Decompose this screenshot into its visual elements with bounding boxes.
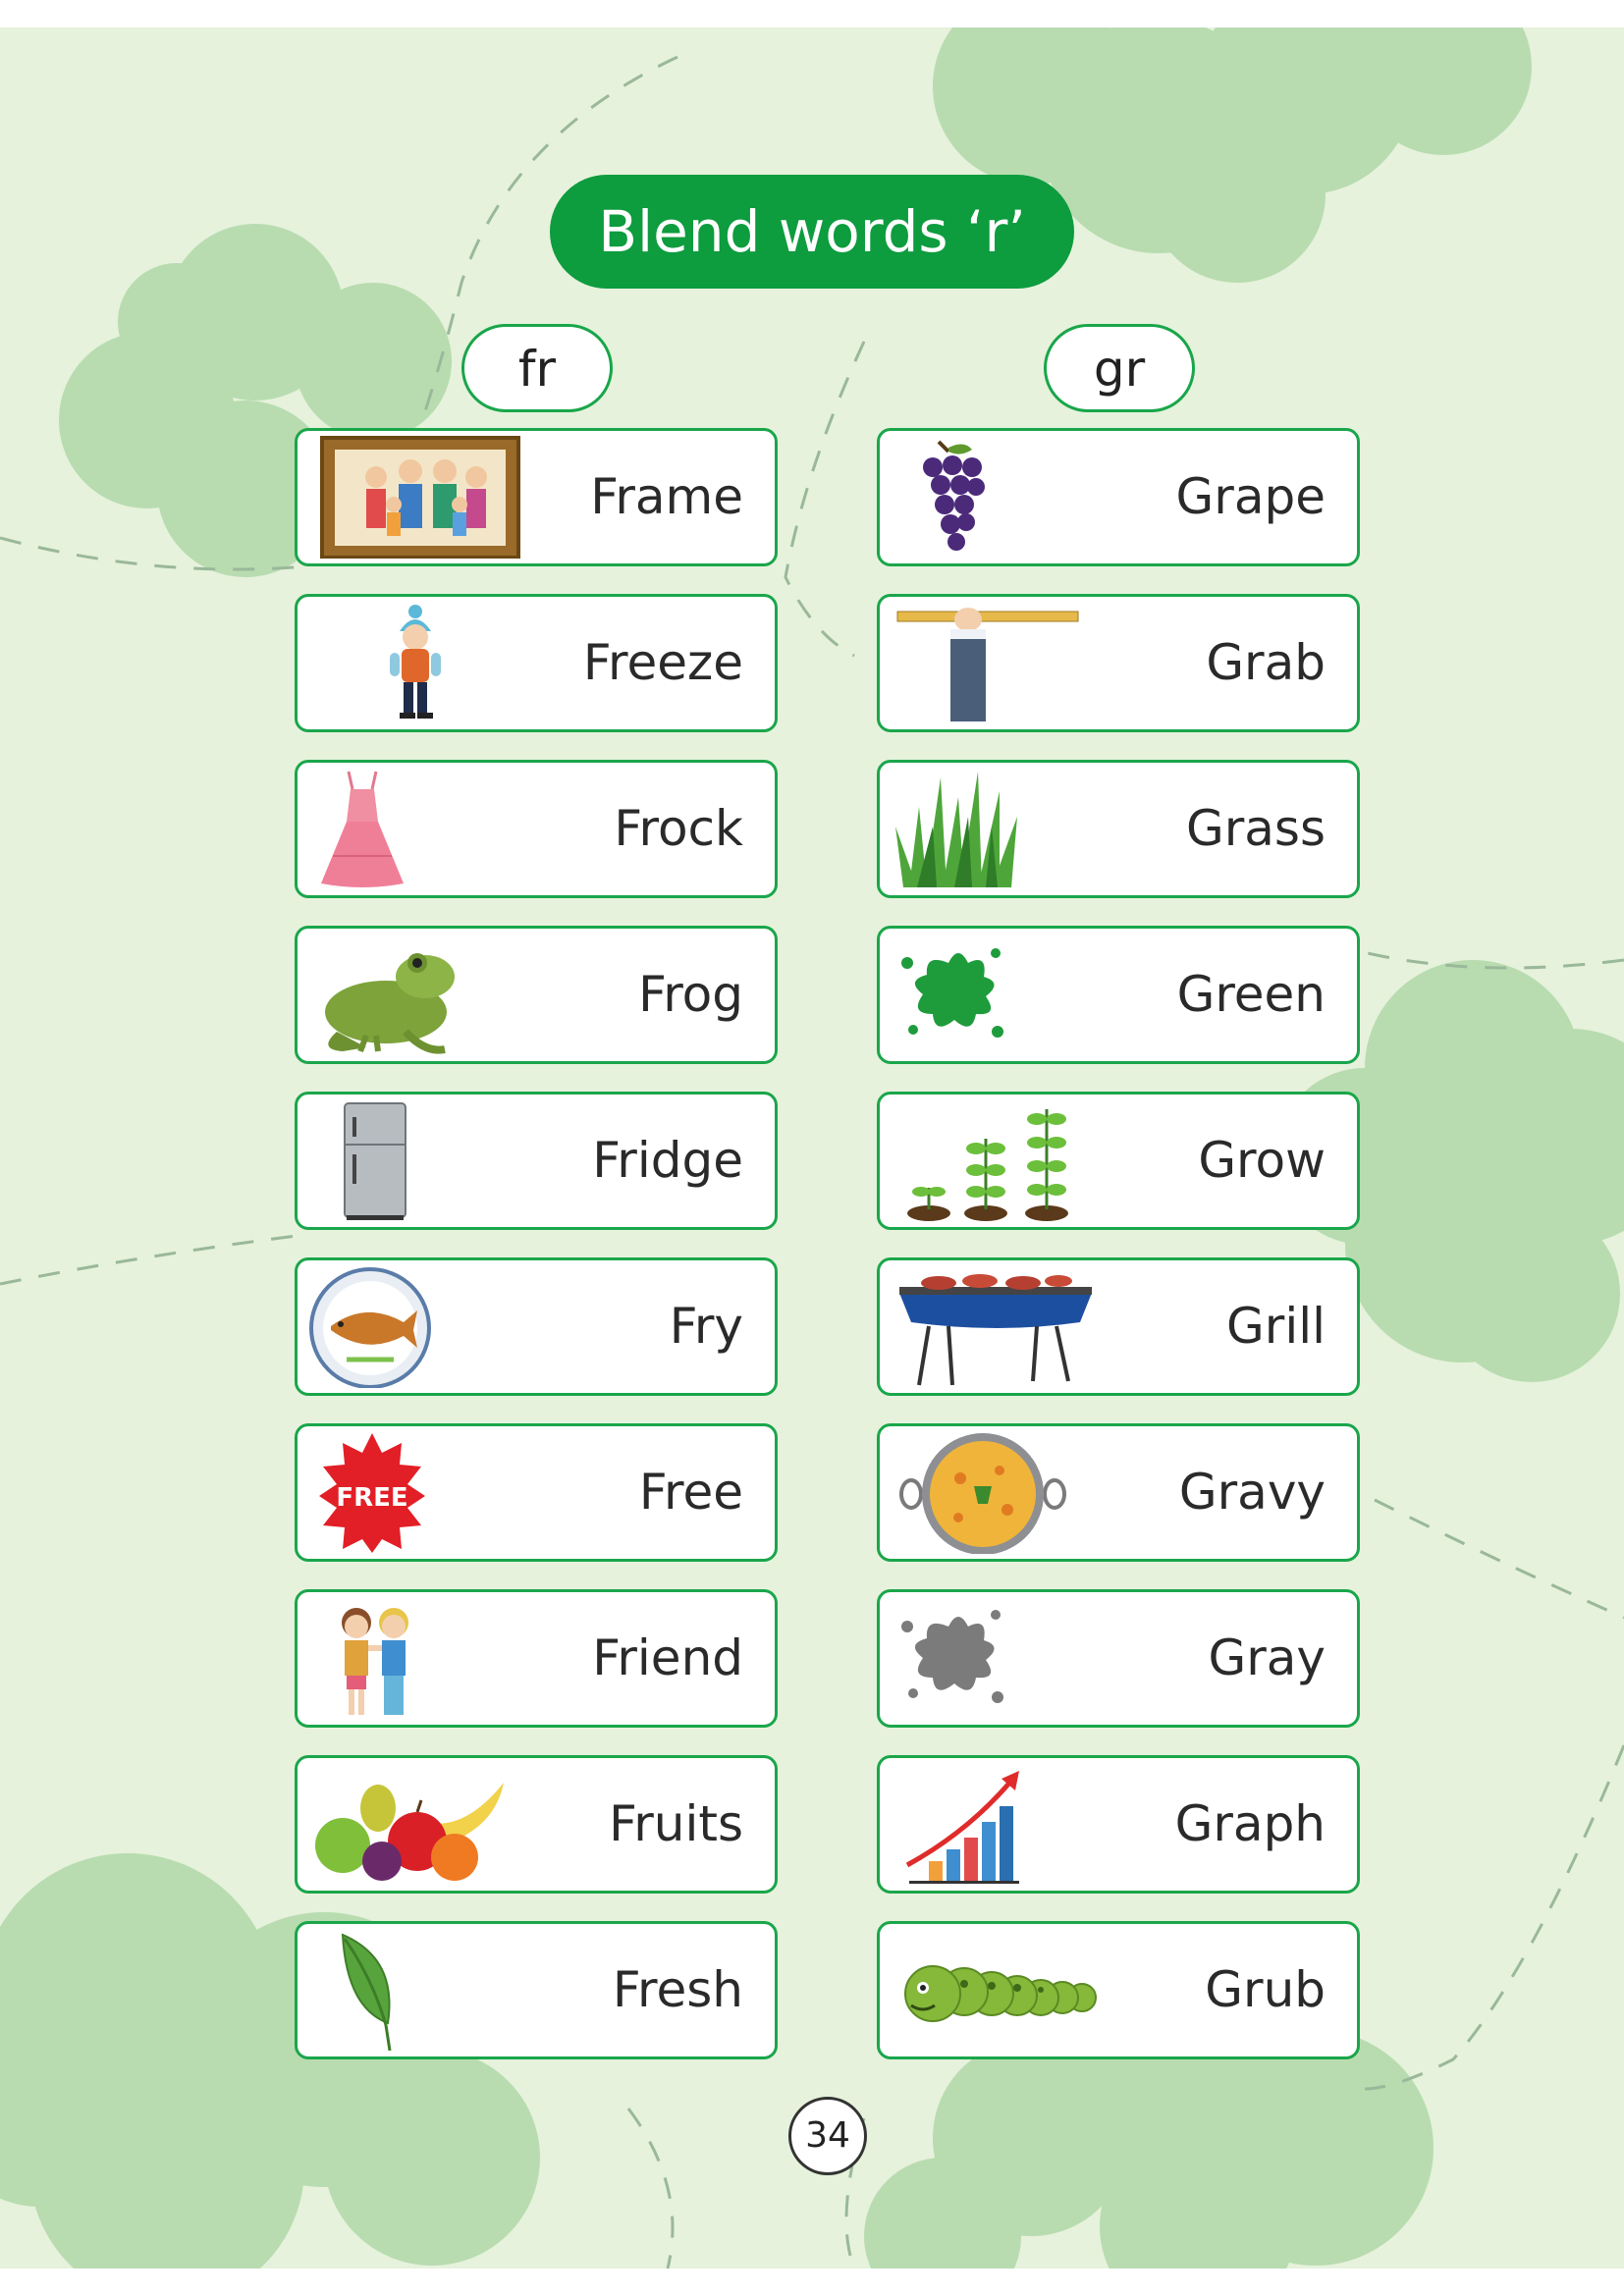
bar-graph-icon bbox=[890, 1763, 1106, 1886]
word-label: Gravy bbox=[1178, 1464, 1326, 1521]
word-card-grub: Grub bbox=[877, 1921, 1360, 2059]
word-card-free: FREE Free bbox=[295, 1423, 778, 1562]
word-card-gray: Gray bbox=[877, 1589, 1360, 1728]
word-card-fry: Fry bbox=[295, 1257, 778, 1396]
word-card-friend: Friend bbox=[295, 1589, 778, 1728]
word-card-frog: Frog bbox=[295, 926, 778, 1064]
word-label: Grass bbox=[1185, 800, 1326, 857]
word-card-grill: Grill bbox=[877, 1257, 1360, 1396]
grass-icon bbox=[890, 768, 1106, 890]
free-badge-icon: FREE bbox=[307, 1431, 523, 1554]
cold-boy-icon bbox=[307, 602, 523, 724]
word-card-frame: Frame bbox=[295, 428, 778, 566]
hand-grab-bar-icon bbox=[890, 602, 1106, 724]
free-badge-text: FREE bbox=[336, 1483, 407, 1513]
word-label: Graph bbox=[1174, 1795, 1326, 1852]
gravy-bowl-icon bbox=[890, 1431, 1106, 1554]
fried-fish-plate-icon bbox=[307, 1265, 523, 1388]
word-card-graph: Graph bbox=[877, 1755, 1360, 1894]
word-label: Friend bbox=[592, 1629, 743, 1686]
word-label: Frame bbox=[590, 468, 743, 525]
word-card-grab: Grab bbox=[877, 594, 1360, 732]
background-decoration bbox=[0, 27, 1624, 2269]
frog-icon bbox=[307, 934, 523, 1056]
word-label: Frock bbox=[614, 800, 743, 857]
family-frame-icon bbox=[307, 436, 523, 559]
word-label: Grab bbox=[1206, 634, 1326, 691]
leaf-icon bbox=[307, 1929, 523, 2052]
worksheet-title: Blend words ‘r’ bbox=[550, 175, 1074, 289]
word-card-fresh: Fresh bbox=[295, 1921, 778, 2059]
word-card-grass: Grass bbox=[877, 760, 1360, 898]
word-label: Green bbox=[1176, 966, 1326, 1023]
word-label: Fresh bbox=[612, 1961, 743, 2018]
growing-plants-icon bbox=[890, 1099, 1106, 1222]
word-label: Fridge bbox=[592, 1132, 743, 1189]
grapes-icon bbox=[890, 436, 1106, 559]
column-heading-fr: fr bbox=[461, 324, 613, 412]
word-label: Grub bbox=[1205, 1961, 1326, 2018]
word-card-freeze: Freeze bbox=[295, 594, 778, 732]
word-card-fridge: Fridge bbox=[295, 1092, 778, 1230]
word-label: Freeze bbox=[582, 634, 743, 691]
bbq-grill-icon bbox=[890, 1265, 1106, 1388]
page-number: 34 bbox=[788, 2097, 867, 2175]
word-card-gravy: Gravy bbox=[877, 1423, 1360, 1562]
fruits-icon bbox=[307, 1763, 523, 1886]
word-label: Grape bbox=[1175, 468, 1326, 525]
word-label: Gray bbox=[1208, 1629, 1326, 1686]
word-label: Frog bbox=[638, 966, 743, 1023]
word-card-frock: Frock bbox=[295, 760, 778, 898]
word-card-green: Green bbox=[877, 926, 1360, 1064]
green-splash-icon bbox=[890, 934, 1106, 1056]
two-friends-icon bbox=[307, 1597, 523, 1720]
column-heading-gr: gr bbox=[1044, 324, 1195, 412]
word-card-grape: Grape bbox=[877, 428, 1360, 566]
word-card-fruits: Fruits bbox=[295, 1755, 778, 1894]
word-label: Fruits bbox=[609, 1795, 743, 1852]
gray-splash-icon bbox=[890, 1597, 1106, 1720]
word-label: Free bbox=[638, 1464, 743, 1521]
worksheet-page: Blend words ‘r’ fr gr Frame Freeze Frock… bbox=[0, 27, 1624, 2269]
fridge-icon bbox=[307, 1099, 523, 1222]
word-label: Grow bbox=[1198, 1132, 1326, 1189]
pink-dress-icon bbox=[307, 768, 523, 890]
word-label: Fry bbox=[669, 1298, 743, 1355]
caterpillar-icon bbox=[890, 1929, 1106, 2052]
word-card-grow: Grow bbox=[877, 1092, 1360, 1230]
word-label: Grill bbox=[1226, 1298, 1326, 1355]
